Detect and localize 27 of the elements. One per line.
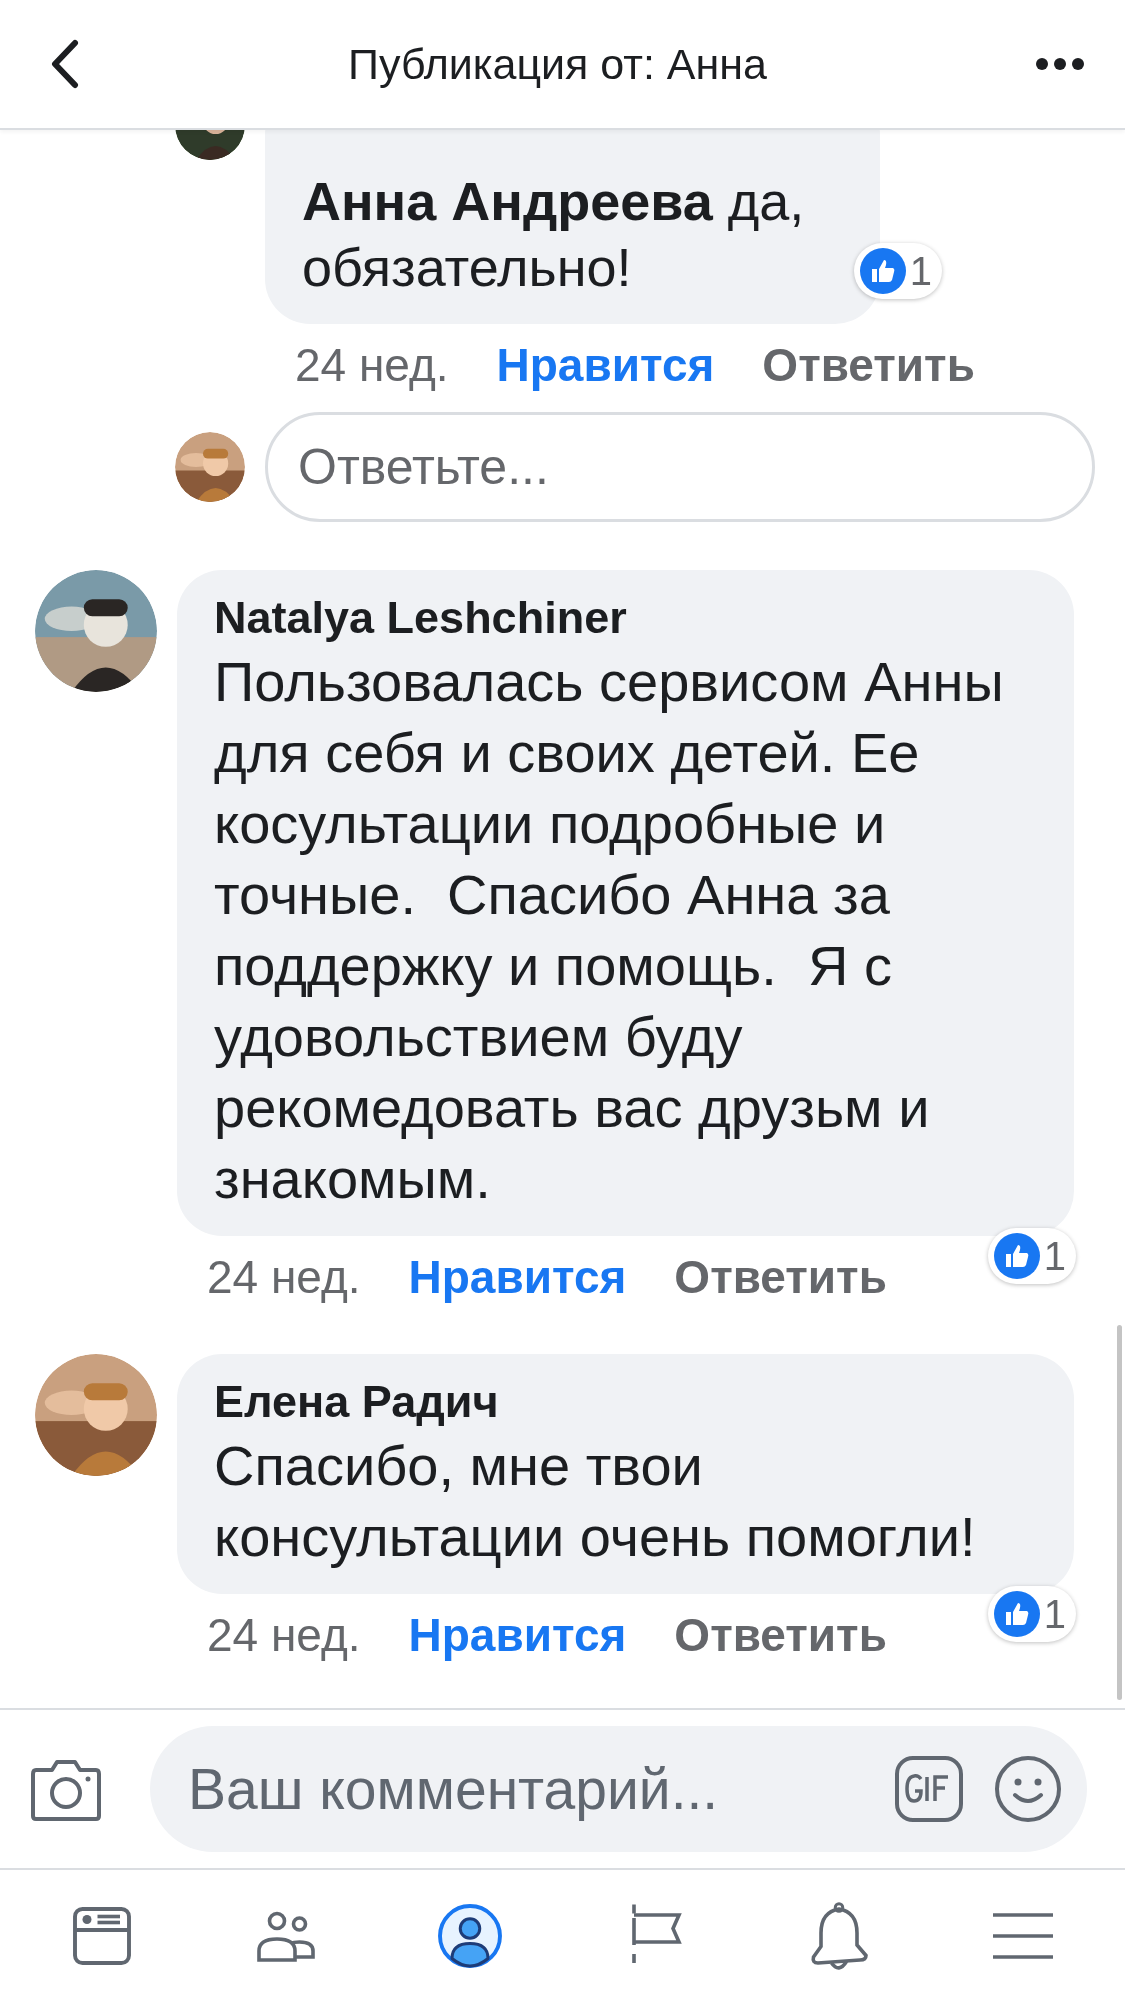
like-count: 1: [909, 248, 932, 294]
comment-text: Пользовалась сервисом Анны для себя и своих детей. Ее косультации подробные и точные. Спасибо Анна за поддержку и помощь. Я с удовольствием буду рекомедовать вас друзьм и знакомым.: [214, 649, 1005, 1212]
like-link[interactable]: Нравится: [408, 1606, 627, 1664]
comment-field[interactable]: Ваш комментарий...: [150, 1726, 1087, 1852]
back-icon[interactable]: [50, 39, 80, 89]
reply-link[interactable]: Ответить: [674, 1606, 887, 1664]
comment-text: Спасибо, мне твои консультации очень помогли!: [214, 1433, 977, 1570]
timestamp: 24 нед.: [295, 338, 449, 393]
thumbs-up-icon: [993, 1233, 1040, 1279]
thumbs-up-icon: [859, 248, 906, 294]
reply-field[interactable]: Ответьте...: [265, 412, 1095, 522]
emoji-icon[interactable]: [994, 1755, 1062, 1823]
window-title: Публикация от: Анна: [348, 39, 767, 89]
reply-link[interactable]: Ответить: [674, 1248, 887, 1306]
reply-link[interactable]: Ответить: [762, 336, 975, 394]
more-icon[interactable]: [1035, 57, 1085, 71]
timestamp: 24 нед.: [207, 1250, 361, 1305]
author-name: Елена Радич: [214, 1375, 500, 1429]
comment-text: Анна Андреева да, обязательно!: [302, 171, 806, 297]
like-link[interactable]: Нравится: [408, 1248, 627, 1306]
like-count: 1: [1043, 1591, 1066, 1637]
author-name: Natalya Leshchiner: [214, 591, 628, 645]
gif-icon[interactable]: [894, 1755, 964, 1823]
timestamp: 24 нед.: [207, 1608, 361, 1663]
thumbs-up-icon: [993, 1591, 1040, 1637]
like-count: 1: [1043, 1233, 1066, 1279]
like-link[interactable]: Нравится: [496, 336, 715, 394]
